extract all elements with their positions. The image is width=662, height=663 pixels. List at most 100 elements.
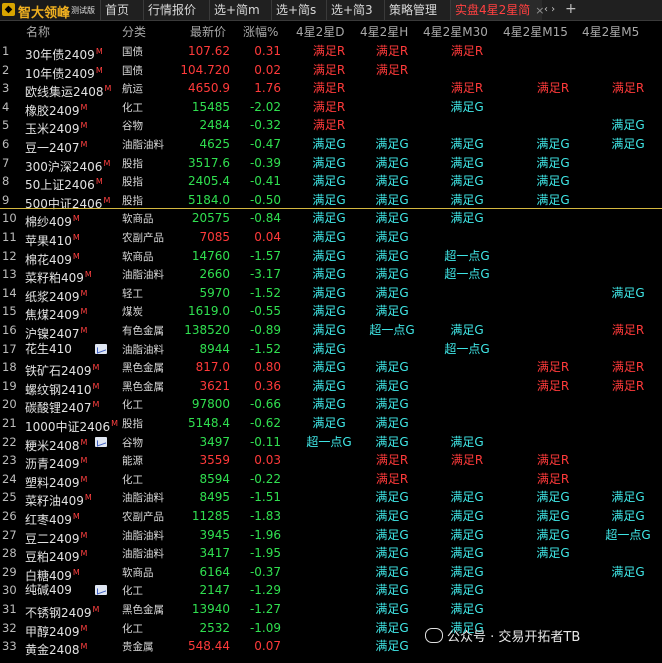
category: 股指	[122, 157, 143, 170]
col-m30[interactable]: 4星2星M30	[423, 23, 488, 40]
signal-m15: 满足G	[536, 174, 570, 189]
table-row[interactable]: 23 沥青2409M 能源 3559 0.03 满足R 满足R 满足R	[0, 451, 662, 471]
tab-strategy[interactable]: 策略管理	[384, 0, 450, 20]
main-contract-marker: M	[80, 549, 88, 559]
chart-thumbnail-icon[interactable]	[95, 436, 107, 447]
chart-thumbnail-icon[interactable]	[95, 343, 107, 354]
signal-d: 满足R	[312, 62, 346, 77]
table-row[interactable]: 18 铁矿石2409M 黑色金属 817.0 0.80 满足G 满足G 满足R 满足R	[0, 358, 662, 378]
signal-m5: 满足G	[611, 137, 645, 151]
table-row[interactable]: 3 欧线集运2408M 航运 4650.9 1.76 满足R 满足R 满足R 满足R	[0, 79, 662, 99]
row-number: 23	[2, 453, 17, 468]
table-row[interactable]: 12 棉花409M 软商品 14760 -1.57 满足G 满足G 超一点G	[0, 247, 662, 267]
table-row[interactable]: 14 纸浆2409M 轻工 5970 -1.52 满足G 满足G 满足G	[0, 284, 662, 304]
last-price: 4650.9	[188, 81, 230, 96]
change-percent: -0.47	[249, 137, 281, 151]
tab-select-3[interactable]: 选+简3	[326, 0, 384, 20]
last-price: 3945	[199, 527, 230, 542]
tab-select-m[interactable]: 选+简m	[209, 0, 271, 20]
wechat-icon	[425, 628, 443, 643]
change-percent: -0.11	[249, 434, 281, 449]
table-row[interactable]: 10 棉纱409M 软商品 20575 -0.84 满足G 满足G 满足G	[0, 209, 662, 229]
contract-name: 黄金2408M	[25, 639, 87, 658]
table-row[interactable]: 24 塑料2409M 化工 8594 -0.22 满足R 满足R	[0, 470, 662, 490]
signal-h: 满足G	[375, 192, 409, 207]
tab-live-label: 实盘4星2星简	[455, 3, 531, 17]
signal-d: 满足G	[312, 378, 346, 393]
table-row[interactable]: 9 500中证2406M 股指 5184.0 -0.50 满足G 满足G 满足G 满足G	[0, 191, 662, 211]
table-row[interactable]: 2 10年债2409M 国债 104.720 0.02 满足R 满足R	[0, 61, 662, 81]
table-row[interactable]: 4 橡胶2409M 化工 15485 -2.02 满足R 满足G	[0, 98, 662, 118]
col-name[interactable]: 名称	[26, 23, 50, 40]
signal-m15: 满足R	[536, 471, 570, 486]
table-row[interactable]: 20 碳酸锂2407M 化工 97800 -0.66 满足G 满足G	[0, 395, 662, 415]
signal-m15: 满足G	[536, 527, 570, 542]
tab-home[interactable]: 首页	[100, 0, 140, 20]
col-category[interactable]: 分类	[122, 23, 146, 40]
main-contract-marker: M	[72, 512, 80, 521]
col-h[interactable]: 4星2星H	[360, 23, 408, 40]
table-row[interactable]: 13 菜籽粕409M 油脂油料 2660 -3.17 满足G 满足G 超一点G	[0, 265, 662, 285]
table-row[interactable]: 6 豆一2407M 油脂油料 4625 -0.47 满足G 满足G 满足G 满足G 满足G	[0, 135, 662, 155]
signal-m5: 满足R	[611, 378, 645, 393]
tab-live-active[interactable]: 实盘4星2星简 ×	[450, 0, 545, 20]
col-m5[interactable]: 4星2星M5	[582, 23, 639, 40]
category: 化工	[122, 473, 143, 486]
signal-h: 满足R	[375, 471, 409, 486]
last-price: 7085	[199, 230, 230, 244]
signal-m30: 满足G	[450, 434, 484, 449]
main-contract-marker: M	[80, 623, 88, 633]
last-price: 97800	[191, 397, 230, 412]
signal-h: 满足G	[375, 137, 409, 151]
tab-bar: ◆ 智大领峰 测试版 首页 行情报价 选+简m 选+简s 选+简3 策略管理 实…	[0, 0, 662, 21]
table-row[interactable]: 8 50上证2406M 股指 2405.4 -0.41 满足G 满足G 满足G 满足G	[0, 172, 662, 192]
table-row[interactable]: 27 豆二2409M 油脂油料 3945 -1.96 满足G 满足G 满足G 超一点G	[0, 526, 662, 546]
table-row[interactable]: 28 豆粕2409M 油脂油料 3417 -1.95 满足G 满足G 满足G	[0, 544, 662, 564]
col-change[interactable]: 涨幅%	[243, 23, 278, 40]
last-price: 5184.0	[188, 192, 230, 207]
add-tab-icon[interactable]: +	[565, 0, 577, 20]
row-number: 22	[2, 434, 17, 449]
table-row[interactable]: 29 白糖409M 软商品 6164 -0.37 满足G 满足G 满足G	[0, 563, 662, 583]
signal-m30: 满足G	[450, 137, 484, 151]
signal-m15: 满足G	[536, 490, 570, 505]
category: 化工	[122, 399, 143, 412]
table-row[interactable]: 31 不锈钢2409M 黑色金属 13940 -1.27 满足G 满足G	[0, 600, 662, 620]
col-d[interactable]: 4星2星D	[296, 23, 345, 40]
col-m15[interactable]: 4星2星M15	[503, 23, 568, 40]
tab-select-s[interactable]: 选+简s	[271, 0, 326, 20]
main-contract-marker: M	[80, 288, 88, 298]
chart-thumbnail-icon[interactable]	[95, 585, 107, 596]
table-row[interactable]: 19 螺纹钢2410M 黑色金属 3621 0.36 满足G 满足G 满足R 满足R	[0, 377, 662, 397]
table-row[interactable]: 30 纯碱409 化工 2147 -1.29 满足G 满足G	[0, 581, 662, 600]
category: 化工	[122, 101, 143, 114]
table-row[interactable]: 1 30年债2409M 国债 107.62 0.31 满足R 满足R 满足R	[0, 42, 662, 62]
signal-m5: 满足G	[611, 564, 645, 579]
last-price: 2484	[199, 118, 230, 133]
main-contract-marker: M	[95, 177, 103, 187]
signal-d: 超一点G	[306, 434, 352, 449]
change-percent: 0.03	[254, 453, 281, 468]
table-row[interactable]: 7 300沪深2406M 股指 3517.6 -0.39 满足G 满足G 满足G 满足G	[0, 154, 662, 174]
col-price[interactable]: 最新价	[190, 23, 226, 40]
row-number: 19	[2, 378, 17, 393]
app-name: 智大领峰	[18, 6, 71, 21]
tab-quotes[interactable]: 行情报价	[143, 0, 209, 20]
table-row[interactable]: 15 焦煤2409M 煤炭 1619.0 -0.55 满足G 满足G	[0, 302, 662, 322]
row-number: 20	[2, 397, 17, 412]
table-row[interactable]: 22 粳米2408M 谷物 3497 -0.11 超一点G 满足G 满足G	[0, 433, 662, 453]
table-row[interactable]: 17 花生410 油脂油料 8944 -1.52 满足G 超一点G	[0, 340, 662, 359]
main-contract-marker: M	[80, 474, 88, 484]
signal-h: 满足G	[375, 620, 409, 635]
table-row[interactable]: 21 1000中证2406M 股指 5148.4 -0.62 满足G 满足G	[0, 414, 662, 434]
main-contract-marker: M	[84, 270, 92, 280]
tab-scroll-arrows-icon[interactable]: ‹ ›	[544, 0, 555, 20]
table-row[interactable]: 11 苹果410M 农副产品 7085 0.04 满足G 满足G	[0, 228, 662, 248]
table-row[interactable]: 26 红枣409M 农副产品 11285 -1.83 满足G 满足G 满足G 满足G	[0, 507, 662, 527]
table-row[interactable]: 25 菜籽油409M 油脂油料 8495 -1.51 满足G 满足G 满足G 满足G	[0, 488, 662, 508]
signal-m30: 满足G	[450, 490, 484, 505]
table-row[interactable]: 16 沪镍2407M 有色金属 138520 -0.89 满足G 超一点G 满足G 满足R	[0, 321, 662, 341]
table-row[interactable]: 5 玉米2409M 谷物 2484 -0.32 满足R 满足G	[0, 116, 662, 136]
signal-h: 满足G	[375, 230, 409, 244]
category: 航运	[122, 83, 143, 96]
